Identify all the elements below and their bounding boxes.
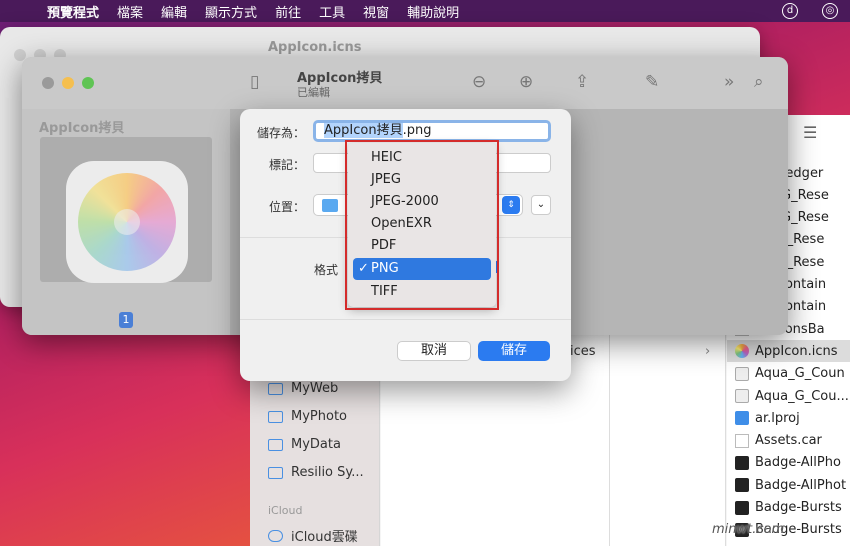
sidebar-header-icloud: iCloud bbox=[268, 504, 303, 517]
more-icon[interactable]: » bbox=[724, 72, 734, 92]
sidebar-item-label: Resilio Sy... bbox=[291, 465, 364, 480]
minimize-button[interactable] bbox=[62, 77, 74, 89]
location-label: 位置： bbox=[268, 200, 305, 214]
menu-help[interactable]: 輔助說明 bbox=[398, 2, 468, 21]
doc-file-icon bbox=[735, 433, 749, 448]
chevron-right-icon: › bbox=[705, 344, 711, 359]
file-name: Badge-AllPho bbox=[755, 455, 841, 471]
folder-icon bbox=[268, 466, 283, 479]
alias-file-icon bbox=[735, 389, 749, 403]
img-file-icon bbox=[735, 455, 749, 470]
menu-tools[interactable]: 工具 bbox=[310, 2, 354, 21]
zoom-out-icon[interactable]: ⊖ bbox=[472, 72, 486, 92]
file-row[interactable]: Badge-AllPhot bbox=[727, 474, 850, 496]
sidebar-toggle-icon[interactable]: ▯ bbox=[250, 72, 259, 92]
share-icon[interactable]: ⇪ bbox=[575, 72, 589, 92]
menu-file[interactable]: 檔案 bbox=[108, 2, 152, 21]
status-globe-icon[interactable]: ◎ bbox=[822, 3, 838, 19]
markup-icon[interactable]: ✎ bbox=[645, 72, 659, 92]
sidebar-item-myphoto[interactable]: MyPhoto bbox=[268, 409, 347, 424]
file-row[interactable]: AppIcon.icns bbox=[727, 340, 850, 363]
menu-view[interactable]: 顯示方式 bbox=[196, 2, 266, 21]
img-file-icon bbox=[735, 500, 749, 515]
file-name: AppIcon.icns bbox=[755, 343, 838, 359]
sidebar-item-mydata[interactable]: MyData bbox=[268, 437, 341, 452]
cloud-icon bbox=[268, 529, 283, 542]
list-view-icon[interactable]: ☰ bbox=[803, 123, 817, 142]
highlight-box bbox=[345, 140, 499, 310]
page-thumbnail[interactable] bbox=[40, 137, 212, 283]
window-subtitle: 已編輯 bbox=[297, 86, 330, 99]
menu-edit[interactable]: 編輯 bbox=[152, 2, 196, 21]
flower-icon bbox=[78, 173, 176, 271]
alias-file-icon bbox=[735, 366, 749, 381]
status-d-icon[interactable]: d bbox=[782, 3, 798, 19]
save-button[interactable]: 儲存 bbox=[478, 341, 550, 361]
column-item-services[interactable]: ices bbox=[570, 344, 596, 359]
tags-label: 標記： bbox=[268, 158, 305, 172]
sidebar-item-myweb[interactable]: MyWeb bbox=[268, 381, 338, 396]
file-name: Aqua_G_Coun bbox=[755, 366, 845, 382]
thumbnail-sidebar: AppIcon拷貝 1 bbox=[22, 109, 230, 335]
toolbar: ▯ AppIcon拷貝 已編輯 ⊖ ⊕ ⇪ ✎ » ⌕ bbox=[22, 57, 788, 109]
file-name: Badge-Bursts bbox=[755, 500, 842, 515]
divider bbox=[240, 319, 571, 320]
expand-chevron-icon[interactable]: ⌄ bbox=[531, 195, 551, 215]
watermark: minwt.com bbox=[712, 522, 785, 537]
sidebar-item-label: MyPhoto bbox=[291, 409, 347, 424]
zoom-button[interactable] bbox=[82, 77, 94, 89]
folder-icon bbox=[268, 382, 283, 395]
img-file-icon bbox=[735, 478, 749, 493]
sidebar-item-icloud-drive[interactable]: iCloud雲碟 bbox=[268, 526, 358, 545]
thumbnail-title: AppIcon拷貝 bbox=[39, 121, 125, 136]
sidebar-item-resilio[interactable]: Resilio Sy... bbox=[268, 465, 364, 480]
window-title: AppIcon.icns bbox=[268, 40, 362, 55]
folder-icon bbox=[268, 438, 283, 451]
filename-input[interactable]: AppIcon拷貝.png bbox=[313, 120, 551, 142]
file-name: Badge-AllPhot bbox=[755, 477, 847, 493]
folder-icon bbox=[322, 199, 338, 212]
filename-selected-text: AppIcon拷貝 bbox=[324, 123, 403, 138]
file-row[interactable]: Assets.car bbox=[727, 430, 850, 452]
location-stepper-icon[interactable]: ⇕ bbox=[502, 196, 520, 214]
format-label: 格式 bbox=[313, 263, 338, 277]
save-as-label: 儲存為： bbox=[256, 126, 305, 140]
menu-go[interactable]: 前往 bbox=[266, 2, 310, 21]
folder-file-icon bbox=[735, 411, 749, 426]
file-row[interactable]: Badge-AllPho bbox=[727, 452, 850, 474]
filename-extension: .png bbox=[402, 123, 432, 138]
menu-preview[interactable]: 預覽程式 bbox=[38, 2, 108, 21]
folder-icon bbox=[268, 410, 283, 423]
file-row[interactable]: Badge-Bursts bbox=[727, 497, 850, 519]
page-number: 1 bbox=[119, 312, 133, 328]
file-row[interactable]: Aqua_G_Cou... bbox=[727, 385, 850, 407]
file-name: Aqua_G_Cou... bbox=[755, 388, 849, 404]
file-row[interactable]: Aqua_G_Coun bbox=[727, 363, 850, 385]
search-icon[interactable]: ⌕ bbox=[754, 72, 764, 92]
sidebar-item-label: MyWeb bbox=[291, 381, 339, 396]
photos-app-icon bbox=[66, 161, 188, 283]
zoom-in-icon[interactable]: ⊕ bbox=[519, 72, 533, 92]
sidebar-item-label: iCloud雲碟 bbox=[291, 530, 358, 545]
file-row[interactable]: ar.lproj bbox=[727, 407, 850, 429]
menu-bar: 預覽程式 檔案 編輯 顯示方式 前往 工具 視窗 輔助說明 d ◎ bbox=[0, 0, 850, 22]
flower-file-icon bbox=[735, 344, 749, 359]
close-button[interactable] bbox=[42, 77, 54, 89]
cancel-button[interactable]: 取消 bbox=[397, 341, 471, 361]
menu-window[interactable]: 視窗 bbox=[354, 2, 398, 21]
file-name: ar.lproj bbox=[755, 410, 800, 426]
file-name: Assets.car bbox=[755, 433, 822, 449]
sidebar-item-label: MyData bbox=[291, 437, 341, 452]
